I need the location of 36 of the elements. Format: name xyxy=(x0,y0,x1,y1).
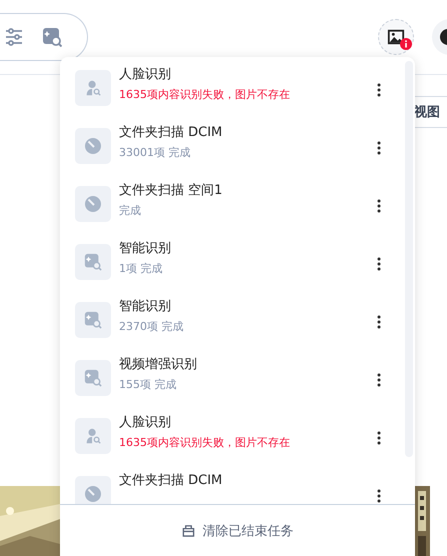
clock-icon xyxy=(75,128,111,164)
task-status: 1635项内容识别失败，图片不存在 xyxy=(119,87,291,103)
more-icon[interactable] xyxy=(377,315,381,329)
task-status: 完成 xyxy=(119,203,142,219)
more-icon[interactable] xyxy=(377,257,381,271)
more-icon[interactable] xyxy=(377,199,381,213)
image-tasks-button[interactable] xyxy=(378,19,414,55)
task-title: 文件夹扫描 DCIM xyxy=(119,472,224,490)
more-icon[interactable] xyxy=(377,373,381,387)
clock-icon xyxy=(75,186,111,222)
smart-scan-icon xyxy=(75,360,111,396)
task-status: 1项 完成 xyxy=(119,261,164,277)
face-scan-icon xyxy=(75,70,111,106)
task-status: 1635项内容识别失败，图片不存在 xyxy=(119,435,291,451)
clock-icon xyxy=(75,476,111,504)
task-title: 视频增强识别 xyxy=(119,356,198,374)
task-status: 33001项 完成 xyxy=(119,145,192,161)
smart-scan-icon xyxy=(75,244,111,280)
more-icon[interactable] xyxy=(377,83,381,97)
image-icon xyxy=(387,28,405,46)
more-icon[interactable] xyxy=(377,489,381,503)
clear-finished-button[interactable]: 清除已结束任务 xyxy=(60,504,415,556)
task-status: 155项 完成 xyxy=(119,377,178,393)
filter-icon[interactable] xyxy=(4,27,24,47)
more-icon[interactable] xyxy=(377,431,381,445)
face-scan-icon xyxy=(75,418,111,454)
task-title: 文件夹扫描 空间1 xyxy=(119,182,224,200)
more-icon[interactable] xyxy=(377,141,381,155)
task-title: 人脸识别 xyxy=(119,414,172,432)
task-title: 智能识别 xyxy=(119,240,172,258)
smart-search-icon[interactable] xyxy=(42,27,62,47)
smart-scan-icon xyxy=(75,302,111,338)
task-status: 2370项 完成 xyxy=(119,319,184,335)
task-title: 智能识别 xyxy=(119,298,172,316)
task-title: 人脸识别 xyxy=(119,66,172,84)
task-title: 文件夹扫描 DCIM xyxy=(119,124,224,142)
